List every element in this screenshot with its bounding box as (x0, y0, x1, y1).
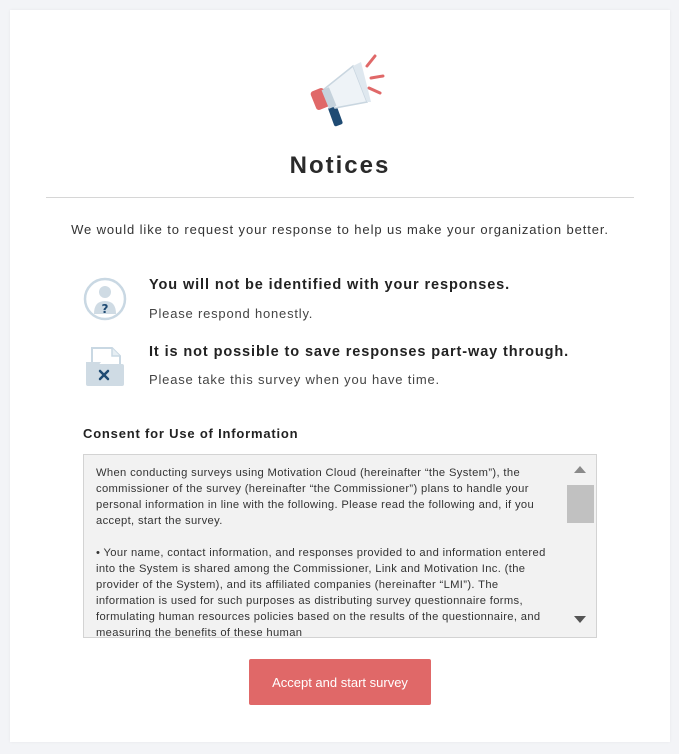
consent-label: Consent for Use of Information (83, 426, 299, 441)
intro-text: We would like to request your response t… (71, 222, 609, 237)
notice-2-subtitle: Please take this survey when you have ti… (149, 372, 440, 387)
consent-text: When conducting surveys using Motivation… (96, 465, 556, 638)
scrollbar-thumb[interactable] (567, 485, 594, 523)
notice-2-title: It is not possible to save responses par… (149, 344, 570, 360)
scrollbar[interactable] (565, 455, 596, 637)
anonymous-person-icon: ? (83, 277, 127, 321)
notice-1-title: You will not be identified with your res… (149, 277, 511, 293)
svg-text:?: ? (102, 302, 109, 316)
divider (46, 197, 634, 198)
notices-card: Notices We would like to request your re… (10, 10, 670, 742)
consent-textbox[interactable]: When conducting surveys using Motivation… (83, 454, 597, 638)
scroll-up-arrow-icon[interactable] (574, 466, 586, 473)
notice-1-subtitle: Please respond honestly. (149, 306, 314, 321)
consent-paragraph: When conducting surveys using Motivation… (96, 467, 535, 527)
megaphone-icon (310, 54, 385, 127)
scroll-down-arrow-icon[interactable] (574, 616, 586, 623)
consent-paragraph: • Your name, contact information, and re… (96, 547, 546, 638)
accept-start-survey-button[interactable]: Accept and start survey (249, 659, 431, 705)
page-title: Notices (289, 152, 391, 179)
no-save-file-icon (86, 347, 124, 386)
